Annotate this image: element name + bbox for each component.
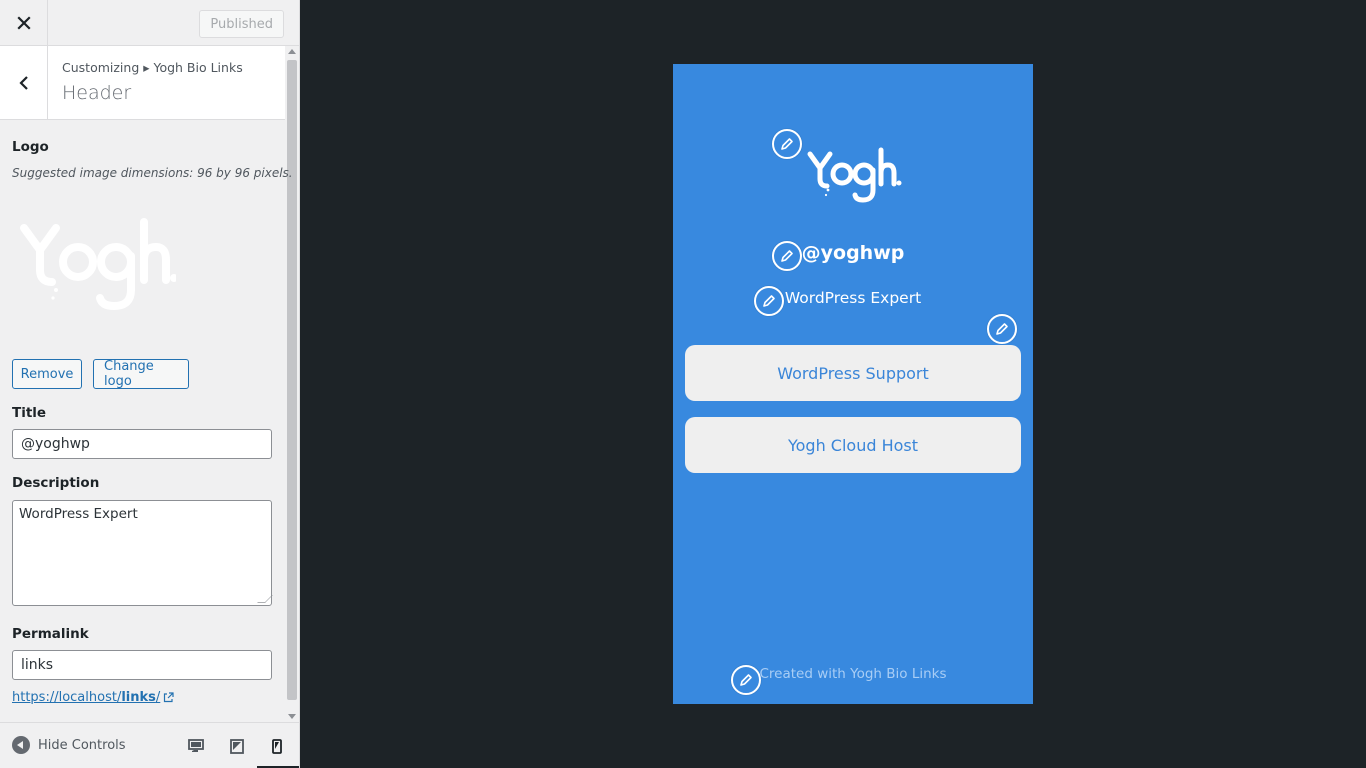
permalink-url-prefix: https://localhost/ xyxy=(12,690,122,705)
logo-preview-image xyxy=(20,218,176,310)
bio-links-preview: @yoghwp WordPress Expert WordPress Suppo… xyxy=(673,64,1033,704)
breadcrumb: Customizing ▸ Yogh Bio Links xyxy=(62,60,243,75)
edit-logo-pencil-icon[interactable] xyxy=(772,129,802,159)
title-label: Title xyxy=(12,405,47,421)
description-label: Description xyxy=(12,475,100,491)
permalink-url-link[interactable]: https://localhost/links/ xyxy=(12,690,174,705)
scroll-up-arrow-icon[interactable] xyxy=(288,49,296,54)
mobile-icon xyxy=(272,738,282,754)
desktop-icon xyxy=(188,739,204,752)
preview-desktop-button[interactable] xyxy=(182,731,210,761)
chevron-left-icon xyxy=(18,75,28,90)
hide-controls-label: Hide Controls xyxy=(38,737,126,753)
remove-logo-button[interactable]: Remove xyxy=(12,359,82,389)
description-textarea[interactable]: WordPress Expert xyxy=(12,500,273,606)
preview-footer-credit: Created with Yogh Bio Links xyxy=(759,666,947,682)
preview-logo-image xyxy=(807,147,902,203)
back-button[interactable] xyxy=(0,46,48,119)
description-value: WordPress Expert xyxy=(19,506,138,522)
close-icon xyxy=(16,15,31,30)
section-header: Customizing ▸ Yogh Bio Links Header xyxy=(0,46,285,120)
customizer-footer: Hide Controls xyxy=(0,722,299,768)
customizer-header: Published xyxy=(0,0,299,46)
permalink-input[interactable]: links xyxy=(12,650,272,680)
preview-mobile-button[interactable] xyxy=(263,731,291,761)
resize-grip-icon[interactable] xyxy=(257,595,273,603)
edit-links-pencil-icon[interactable] xyxy=(987,314,1017,344)
tablet-icon xyxy=(230,738,244,754)
permalink-label: Permalink xyxy=(12,626,89,642)
preview-link-button[interactable]: WordPress Support xyxy=(685,345,1021,401)
scroll-thumb[interactable] xyxy=(287,60,297,700)
scroll-down-arrow-icon[interactable] xyxy=(288,714,296,719)
close-button[interactable] xyxy=(0,0,48,45)
permalink-url-slug: links xyxy=(121,690,156,705)
title-input[interactable]: @yoghwp xyxy=(12,429,272,459)
hide-controls-button[interactable]: Hide Controls xyxy=(12,736,126,754)
section-title: Header xyxy=(62,82,132,104)
publish-button[interactable]: Published xyxy=(199,10,284,38)
preview-link-button[interactable]: Yogh Cloud Host xyxy=(685,417,1021,473)
external-link-icon xyxy=(164,692,174,703)
logo-hint: Suggested image dimensions: 96 by 96 pix… xyxy=(12,166,293,180)
preview-tablet-button[interactable] xyxy=(223,731,251,761)
customizer-sidebar: Published Customizing ▸ Yogh Bio Links H… xyxy=(0,0,300,768)
sidebar-scrollbar[interactable] xyxy=(285,46,299,722)
permalink-url-suffix: / xyxy=(155,690,161,705)
preview-description: WordPress Expert xyxy=(784,289,922,307)
logo-label: Logo xyxy=(12,139,49,155)
change-logo-button[interactable]: Change logo xyxy=(93,359,189,389)
preview-title: @yoghwp xyxy=(801,242,905,264)
collapse-icon xyxy=(12,736,30,754)
